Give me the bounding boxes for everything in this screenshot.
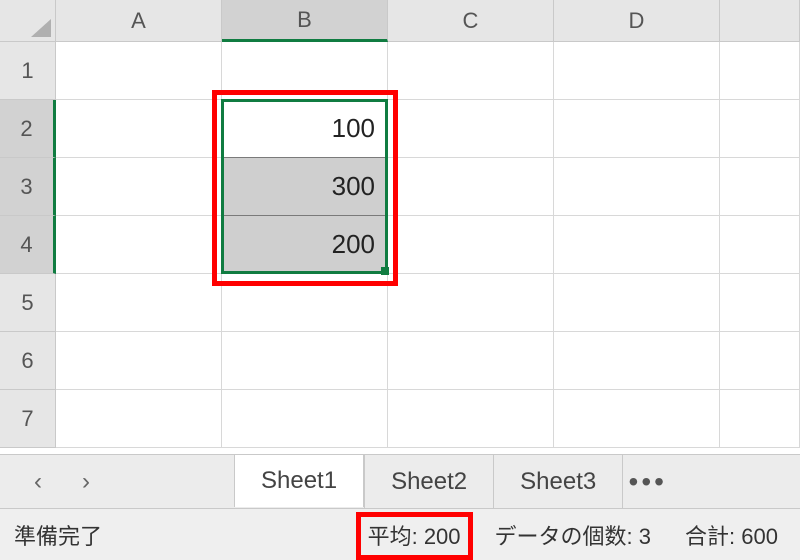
- column-header[interactable]: A: [56, 0, 222, 42]
- cell[interactable]: [554, 100, 720, 158]
- sheet-tab[interactable]: Sheet2: [364, 455, 493, 508]
- row-header[interactable]: 6: [0, 332, 56, 390]
- status-count-value: 3: [639, 524, 651, 549]
- cell[interactable]: 200: [222, 216, 388, 274]
- row-header[interactable]: 2: [0, 100, 56, 158]
- cell[interactable]: [56, 42, 222, 100]
- column-header[interactable]: B: [222, 0, 388, 42]
- chevron-left-icon: ‹: [34, 468, 42, 496]
- cell[interactable]: [56, 332, 222, 390]
- cell[interactable]: [388, 274, 554, 332]
- sheet-tab-strip: ‹ › Sheet1Sheet2Sheet3 •••: [0, 454, 800, 508]
- row-header[interactable]: 1: [0, 42, 56, 100]
- cell[interactable]: [554, 390, 720, 448]
- select-all-corner[interactable]: [0, 0, 56, 42]
- cell[interactable]: [56, 274, 222, 332]
- status-average-value: 200: [424, 524, 461, 549]
- cell-filler: [720, 274, 800, 332]
- cell[interactable]: [554, 216, 720, 274]
- sheet-nav-prev-button[interactable]: ‹: [18, 462, 58, 502]
- cell[interactable]: [56, 390, 222, 448]
- status-average: 平均: 200: [360, 517, 469, 553]
- cell-filler: [720, 332, 800, 390]
- cell[interactable]: [56, 158, 222, 216]
- cell[interactable]: [554, 42, 720, 100]
- cell[interactable]: [222, 390, 388, 448]
- cell[interactable]: 100: [222, 100, 388, 158]
- ellipsis-icon: •••: [629, 466, 667, 498]
- cell[interactable]: 300: [222, 158, 388, 216]
- cell-filler: [720, 42, 800, 100]
- row-headers: 1234567: [0, 42, 56, 454]
- cell[interactable]: [222, 42, 388, 100]
- cells-area: 100300200: [56, 42, 800, 454]
- cell[interactable]: [388, 158, 554, 216]
- status-average-label: 平均:: [368, 524, 418, 549]
- cell[interactable]: [56, 216, 222, 274]
- column-header-filler: [720, 0, 800, 42]
- row-header[interactable]: 7: [0, 390, 56, 448]
- status-count: データの個数: 3: [487, 517, 660, 553]
- cell[interactable]: [554, 158, 720, 216]
- row-header[interactable]: 3: [0, 158, 56, 216]
- fill-handle[interactable]: [381, 267, 389, 275]
- cell[interactable]: [222, 274, 388, 332]
- cell[interactable]: [388, 332, 554, 390]
- cell[interactable]: [388, 390, 554, 448]
- status-ready-label: 準備完了: [14, 519, 102, 551]
- chevron-right-icon: ›: [82, 468, 90, 496]
- status-sum-label: 合計:: [685, 524, 735, 549]
- sheet-tabs: Sheet1Sheet2Sheet3: [234, 455, 622, 508]
- cell-filler: [720, 158, 800, 216]
- cell[interactable]: [388, 100, 554, 158]
- column-header[interactable]: C: [388, 0, 554, 42]
- sheet-tabs-more-button[interactable]: •••: [622, 455, 672, 508]
- cell[interactable]: [554, 332, 720, 390]
- cell-filler: [720, 100, 800, 158]
- cell-filler: [720, 216, 800, 274]
- sheet-nav-next-button[interactable]: ›: [66, 462, 106, 502]
- cell-filler: [720, 390, 800, 448]
- cell[interactable]: [554, 274, 720, 332]
- cell[interactable]: [222, 332, 388, 390]
- worksheet-grid: ABCD 1234567 100300200: [0, 0, 800, 454]
- sheet-tab[interactable]: Sheet1: [234, 454, 364, 507]
- status-count-label: データの個数:: [495, 524, 633, 549]
- cell[interactable]: [388, 216, 554, 274]
- cell[interactable]: [388, 42, 554, 100]
- status-sum-value: 600: [741, 524, 778, 549]
- row-header[interactable]: 4: [0, 216, 56, 274]
- row-header[interactable]: 5: [0, 274, 56, 332]
- sheet-tab[interactable]: Sheet3: [493, 455, 622, 508]
- column-headers: ABCD: [56, 0, 800, 42]
- status-bar: 準備完了 平均: 200 データの個数: 3 合計: 600: [0, 508, 800, 560]
- status-sum: 合計: 600: [677, 517, 786, 553]
- cell[interactable]: [56, 100, 222, 158]
- column-header[interactable]: D: [554, 0, 720, 42]
